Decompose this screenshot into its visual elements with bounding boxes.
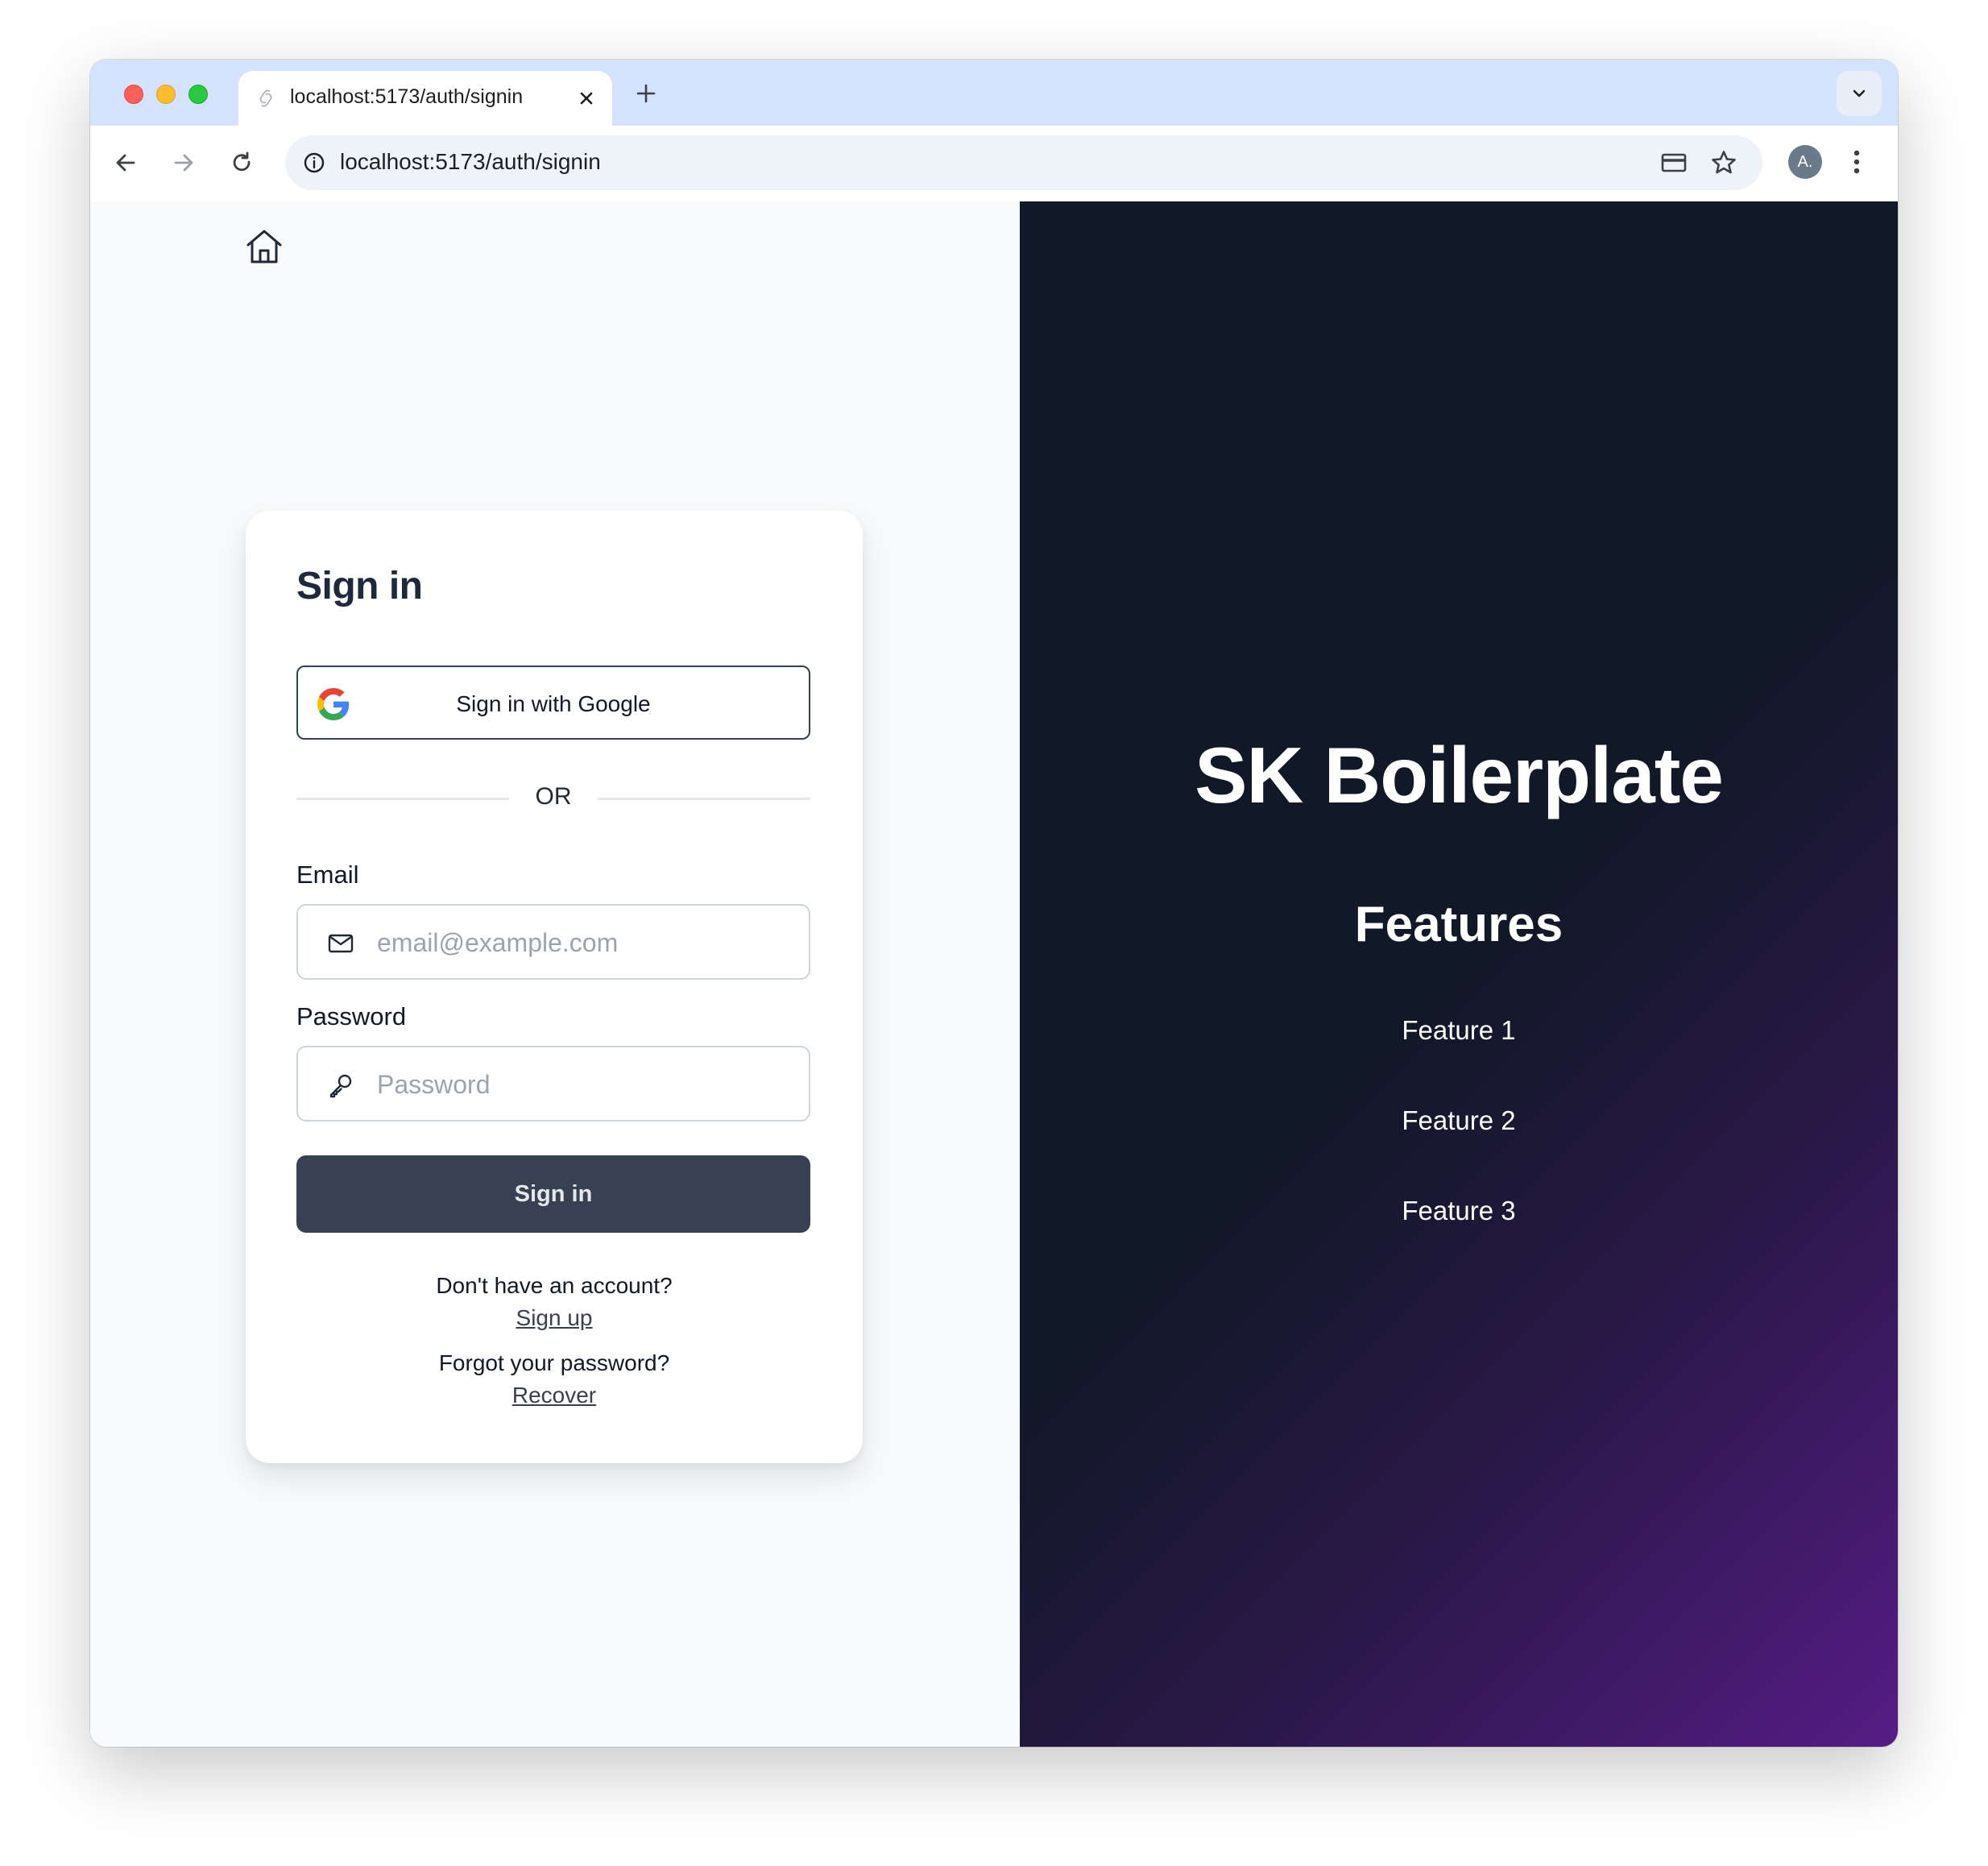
email-label: Email bbox=[296, 860, 359, 889]
back-arrow-icon[interactable] bbox=[106, 143, 145, 182]
signin-title: Sign in bbox=[296, 565, 423, 607]
forgot-password-text: Forgot your password? bbox=[438, 1350, 670, 1375]
divider-line-right bbox=[598, 798, 810, 800]
page-content: Sign in Sign in with Google OR Email ema… bbox=[90, 201, 1898, 1747]
password-field[interactable] bbox=[296, 1046, 810, 1122]
profile-avatar[interactable]: A. bbox=[1788, 145, 1822, 179]
google-signin-button[interactable]: Sign in with Google bbox=[296, 666, 810, 740]
browser-tab[interactable]: localhost:5173/auth/signin bbox=[238, 71, 612, 126]
feature-item: Feature 1 bbox=[1402, 1015, 1516, 1045]
google-signin-label: Sign in with Google bbox=[456, 691, 651, 716]
email-input[interactable] bbox=[375, 922, 789, 964]
maximize-window-button[interactable] bbox=[188, 85, 208, 104]
signin-panel: Sign in Sign in with Google OR Email ema… bbox=[90, 201, 1020, 1747]
home-icon[interactable] bbox=[243, 226, 285, 267]
no-account-text: Don't have an account? bbox=[436, 1273, 673, 1298]
signup-link[interactable]: Sign up bbox=[246, 1305, 863, 1331]
email-field[interactable] bbox=[296, 904, 810, 980]
url-text: localhost:5173/auth/signin bbox=[340, 149, 601, 174]
or-divider: OR bbox=[296, 782, 810, 814]
brand-title: SK Boilerplate bbox=[1195, 731, 1724, 819]
site-info-icon[interactable] bbox=[300, 148, 329, 177]
tab-close-icon[interactable] bbox=[572, 84, 601, 113]
tab-search-chevron-down-icon[interactable] bbox=[1837, 71, 1882, 116]
key-icon bbox=[329, 1074, 352, 1098]
new-tab-plus-icon[interactable] bbox=[630, 77, 662, 110]
signin-submit-button[interactable]: Sign in bbox=[296, 1155, 810, 1233]
envelope-icon bbox=[328, 934, 354, 953]
feature-item: Feature 3 bbox=[1402, 1196, 1516, 1225]
features-heading: Features bbox=[1354, 897, 1563, 952]
forward-arrow-icon[interactable] bbox=[164, 143, 203, 182]
password-label: Password bbox=[296, 1002, 407, 1030]
or-text: OR bbox=[535, 783, 572, 810]
card-payment-icon[interactable] bbox=[1658, 147, 1690, 179]
browser-window: localhost:5173/auth/signin localhost:517… bbox=[90, 60, 1898, 1747]
tab-strip: localhost:5173/auth/signin bbox=[90, 60, 1898, 126]
svelte-favicon-icon bbox=[259, 89, 272, 107]
bookmark-star-icon[interactable] bbox=[1708, 147, 1740, 179]
close-window-button[interactable] bbox=[124, 85, 143, 104]
tab-title: localhost:5173/auth/signin bbox=[290, 85, 524, 108]
reload-icon[interactable] bbox=[222, 143, 261, 182]
password-input[interactable] bbox=[375, 1064, 789, 1105]
browser-menu-icon[interactable] bbox=[1838, 143, 1875, 180]
hero-panel: SK Boilerplate Features Feature 1 Featur… bbox=[1020, 201, 1898, 1747]
recover-link[interactable]: Recover bbox=[246, 1383, 863, 1408]
minimize-window-button[interactable] bbox=[156, 85, 176, 104]
signin-card: Sign in Sign in with Google OR Email ema… bbox=[246, 511, 863, 1463]
browser-toolbar: localhost:5173/auth/signin A. bbox=[90, 126, 1898, 202]
address-bar[interactable]: localhost:5173/auth/signin bbox=[285, 135, 1762, 190]
feature-item: Feature 2 bbox=[1402, 1105, 1516, 1135]
